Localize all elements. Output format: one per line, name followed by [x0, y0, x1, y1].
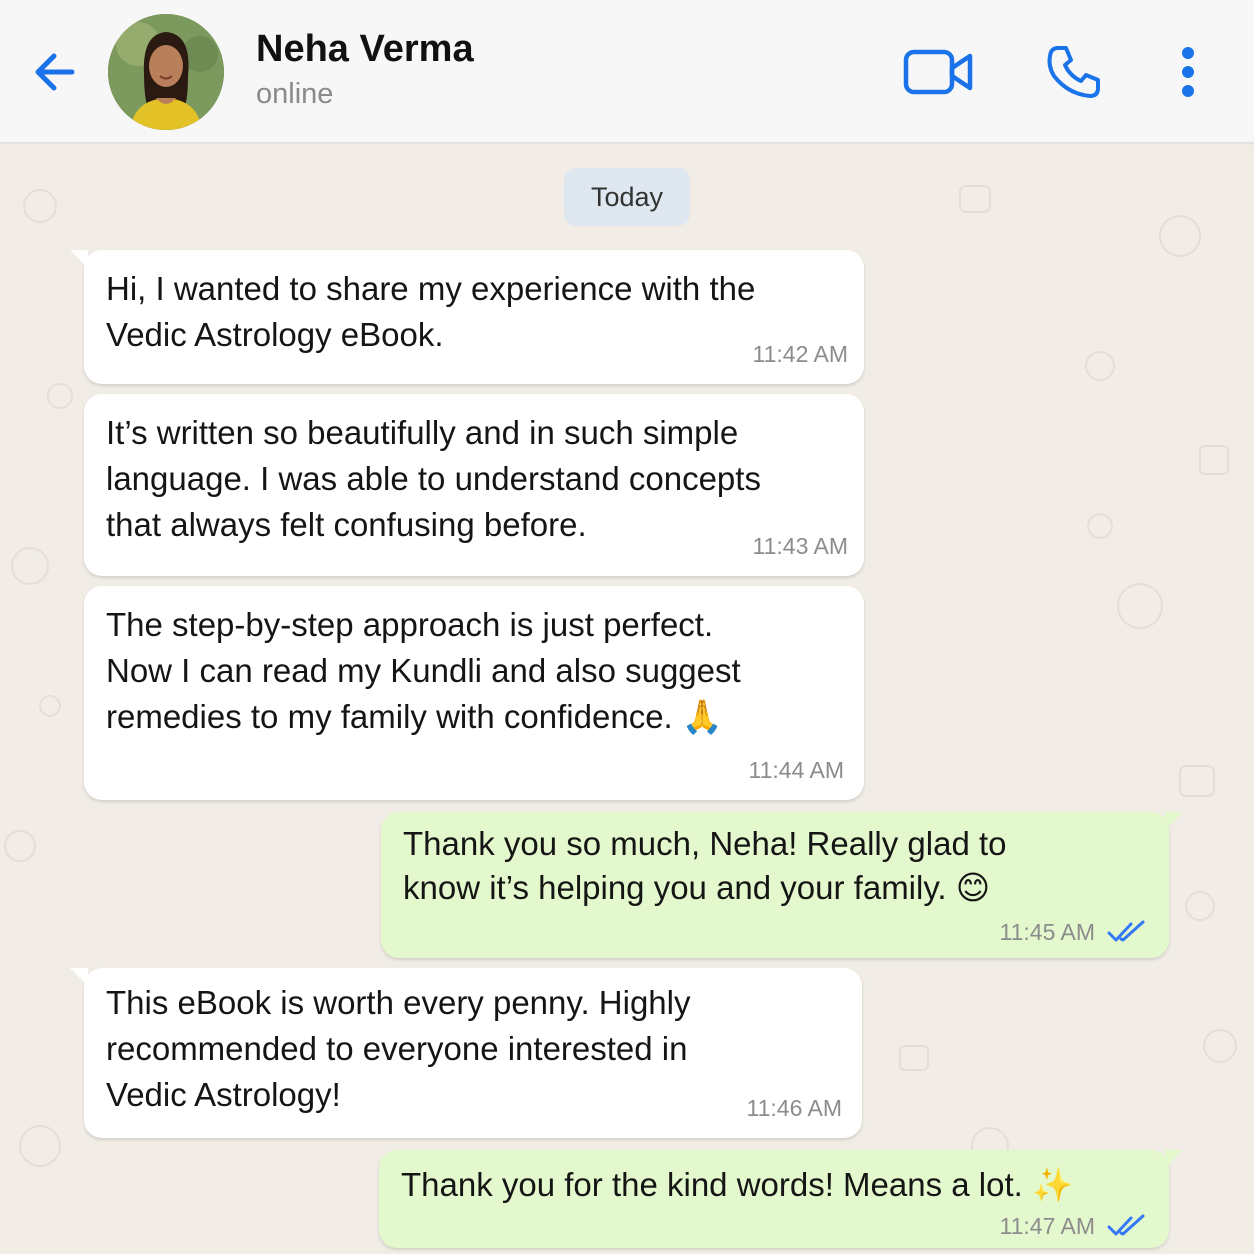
contact-name[interactable]: Neha Verma	[256, 28, 474, 71]
date-separator: Today	[564, 168, 690, 226]
more-options-button[interactable]	[1170, 44, 1206, 100]
message-time: 11:42 AM	[752, 341, 848, 367]
message-time: 11:43 AM	[752, 533, 848, 559]
voice-call-button[interactable]	[1044, 42, 1104, 102]
back-button[interactable]	[28, 46, 84, 98]
message-time: 11:46 AM	[746, 1095, 842, 1121]
phone-icon	[1047, 46, 1100, 98]
outgoing-message[interactable]: Thank you so much, Neha! Really glad to …	[381, 812, 1183, 958]
incoming-message[interactable]: Hi, I wanted to share my experience with…	[70, 250, 864, 384]
message-text: The step-by-step approach is just perfec…	[106, 606, 741, 735]
message-text: It’s written so beautifully and in such …	[106, 414, 761, 543]
message-text: Thank you so much, Neha! Really glad to …	[403, 825, 1007, 906]
message-text: Thank you for the kind words! Means a lo…	[401, 1166, 1074, 1203]
message-time: 11:44 AM	[748, 757, 844, 783]
double-check-read-icon	[1107, 1214, 1145, 1236]
message-time: 11:45 AM	[999, 919, 1095, 945]
chat-header: Neha Verma online	[0, 0, 1254, 144]
double-check-read-icon	[1107, 920, 1145, 942]
contact-status: online	[256, 78, 334, 110]
contact-photo	[108, 14, 224, 130]
bubble-tail	[70, 968, 88, 986]
bubble-tail	[1165, 812, 1183, 830]
video-call-button[interactable]	[902, 46, 976, 98]
chat-area[interactable]: Today Hi, I wanted to share my experienc…	[0, 146, 1254, 1254]
incoming-message[interactable]: The step-by-step approach is just perfec…	[84, 586, 864, 800]
outgoing-message[interactable]: Thank you for the kind words! Means a lo…	[379, 1150, 1183, 1248]
incoming-message[interactable]: It’s written so beautifully and in such …	[84, 394, 864, 576]
message-time: 11:47 AM	[999, 1213, 1095, 1239]
message-text: Hi, I wanted to share my experience with…	[106, 270, 756, 353]
message-text: This eBook is worth every penny. Highly …	[106, 984, 691, 1113]
incoming-message[interactable]: This eBook is worth every penny. Highly …	[70, 968, 862, 1138]
video-camera-icon	[903, 49, 973, 95]
bubble-tail	[70, 250, 88, 268]
more-vertical-icon	[1182, 47, 1194, 97]
avatar[interactable]	[108, 14, 224, 130]
arrow-left-icon	[35, 53, 75, 91]
bubble-tail	[1165, 1150, 1183, 1168]
